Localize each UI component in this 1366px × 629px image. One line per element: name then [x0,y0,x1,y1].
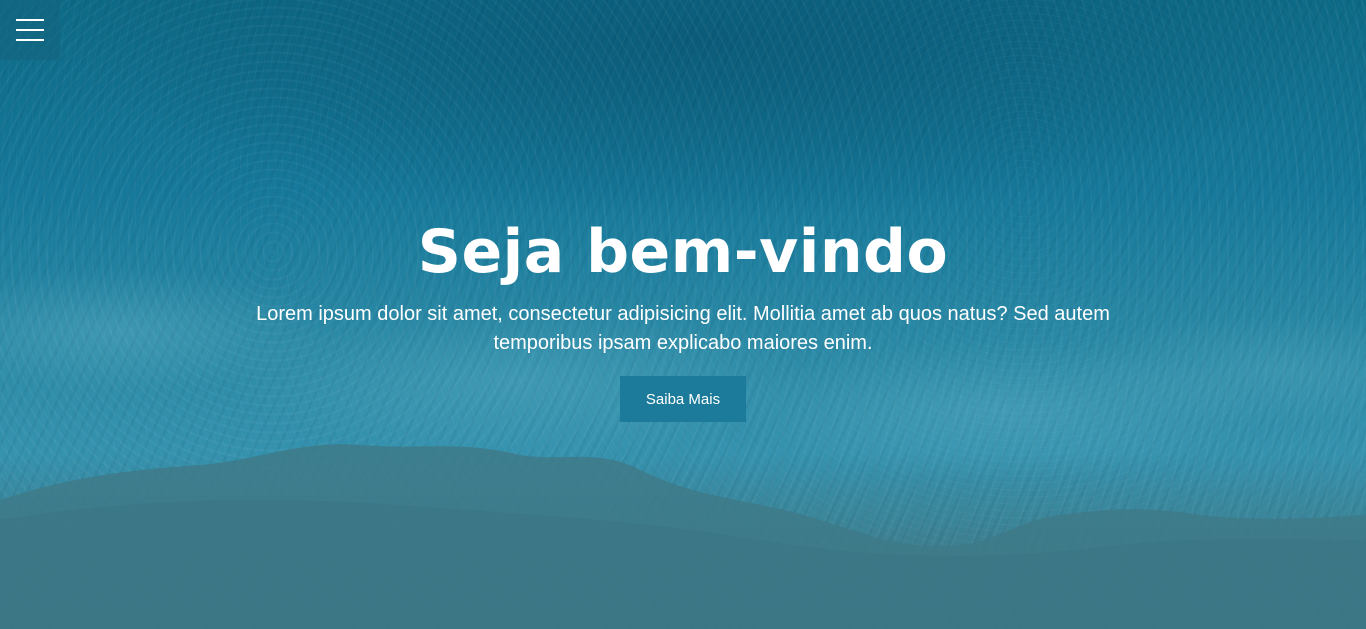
hero-title: Seja bem-vindo [417,217,949,287]
hamburger-menu-icon-line [16,39,44,41]
hamburger-menu-icon-line [16,19,44,21]
saiba-mais-button[interactable]: Saiba Mais [620,376,746,422]
hero-content: Seja bem-vindo Lorem ipsum dolor sit ame… [0,212,1366,422]
hamburger-menu-icon-line [16,29,44,31]
hero-subtitle: Lorem ipsum dolor sit amet, consectetur … [256,303,1110,354]
hamburger-menu-button[interactable] [0,0,60,60]
hero-section: Seja bem-vindo Lorem ipsum dolor sit ame… [0,0,1366,629]
